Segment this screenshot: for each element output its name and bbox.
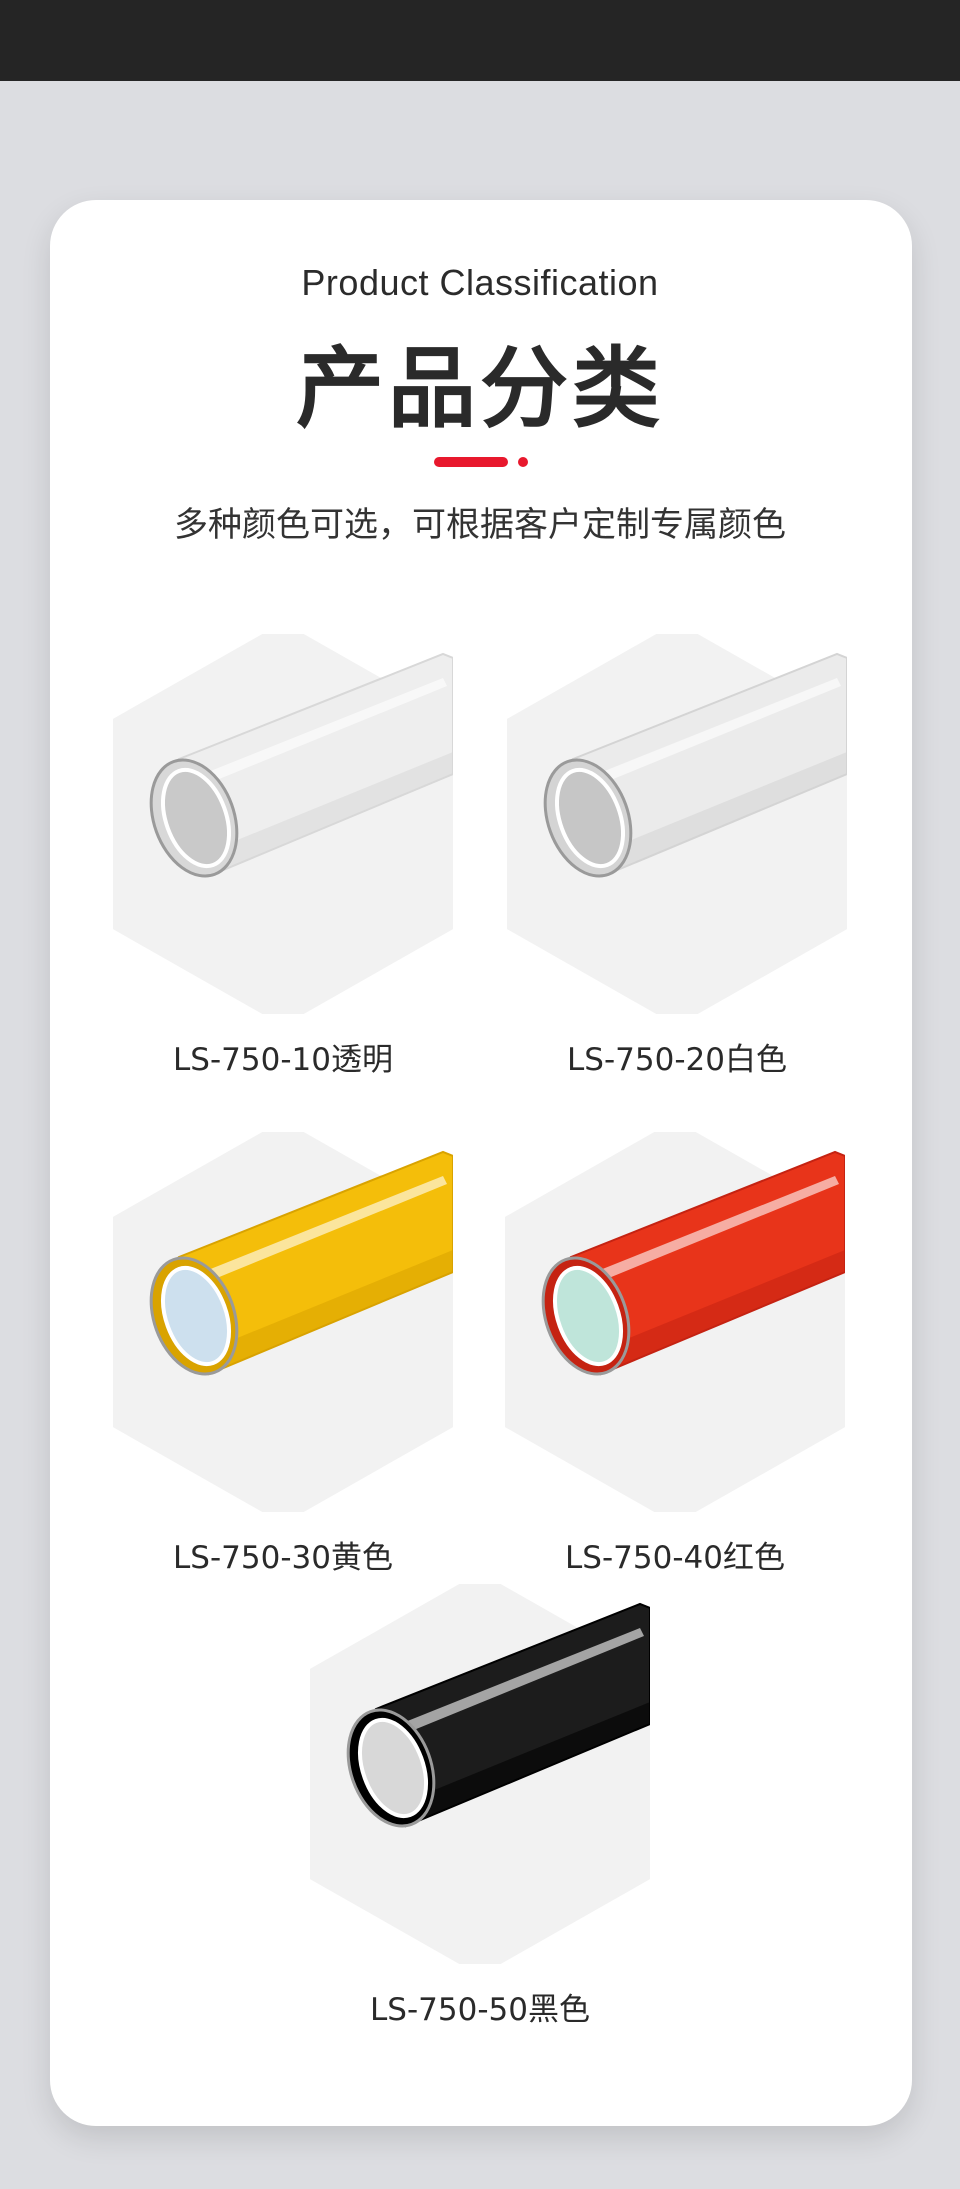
tape-roll-clear-icon: [113, 634, 453, 1014]
product-label: LS-750-50黑色: [370, 1992, 590, 2028]
product-card[interactable]: LS-750-40红色: [505, 1132, 845, 1577]
product-label: LS-750-10透明: [173, 1042, 393, 1078]
product-label: LS-750-20白色: [567, 1042, 787, 1078]
product-card[interactable]: LS-750-30黄色: [113, 1132, 453, 1577]
product-card[interactable]: LS-750-10透明: [113, 634, 453, 1079]
product-label: LS-750-40红色: [565, 1540, 785, 1576]
top-bar: [0, 0, 960, 81]
tape-roll-yellow-icon: [113, 1132, 453, 1512]
section-title-en: Product Classification: [301, 262, 659, 303]
tape-roll-white-icon: [507, 634, 847, 1014]
accent-divider-dot: [518, 457, 528, 467]
section-title-cn: 产品分类: [295, 337, 664, 440]
accent-divider-line: [434, 457, 508, 467]
product-label: LS-750-30黄色: [173, 1540, 393, 1576]
tape-roll-red-icon: [505, 1132, 845, 1512]
product-card[interactable]: LS-750-20白色: [507, 634, 847, 1079]
product-card[interactable]: LS-750-50黑色: [310, 1584, 650, 2029]
tape-roll-black-icon: [310, 1584, 650, 1964]
section-subtitle: 多种颜色可选，可根据客户定制专属颜色: [174, 505, 786, 545]
